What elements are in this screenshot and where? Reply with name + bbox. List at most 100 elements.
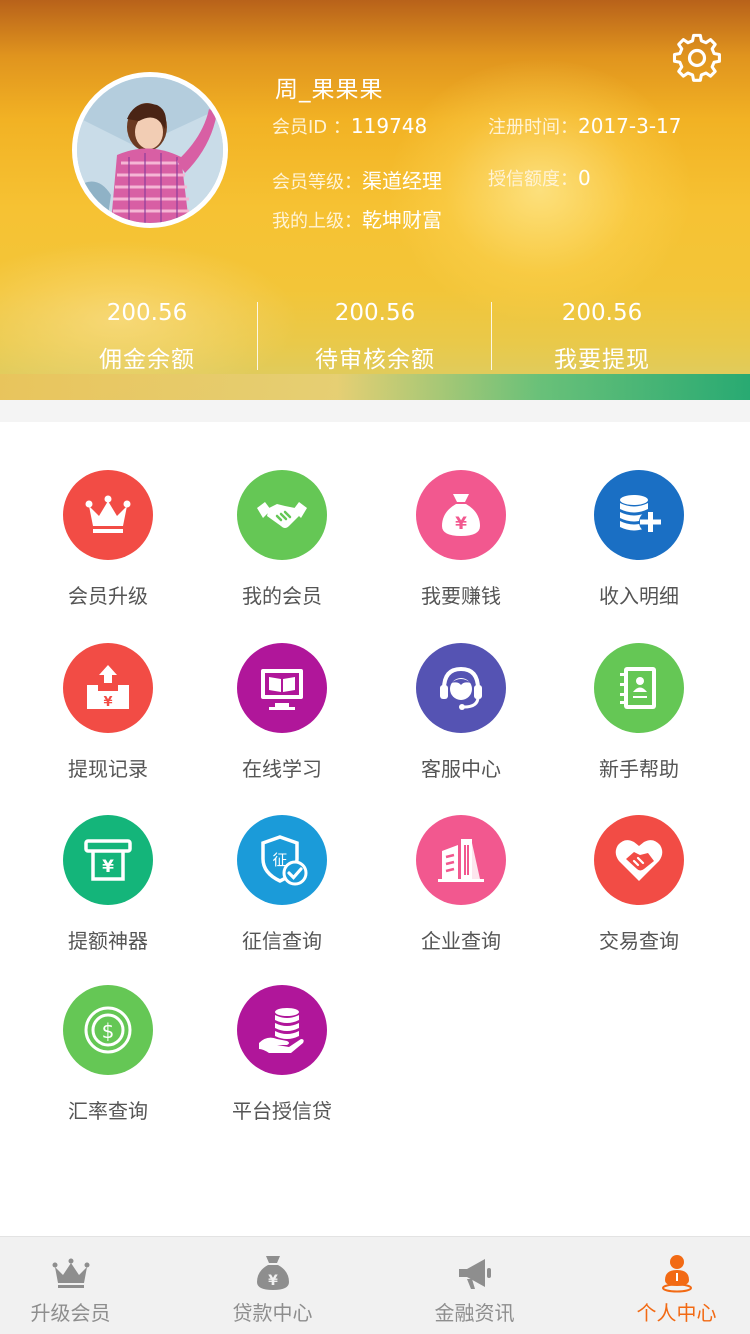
menu-item-member-upgrade[interactable]: 会员升级	[18, 470, 198, 630]
menu-circle: ¥	[63, 815, 153, 905]
credit-limit-value: 0	[578, 166, 591, 190]
register-date-value: 2017-3-17	[578, 114, 682, 138]
withdraw-box-icon: ¥	[87, 665, 129, 710]
menu-item-label: 新手帮助	[599, 757, 679, 781]
atm-icon: ¥	[84, 839, 132, 881]
menu-item-customer-service[interactable]: 客服中心	[371, 643, 551, 803]
credit-limit-row: 授信额度：0	[488, 165, 591, 191]
menu-circle: $	[63, 985, 153, 1075]
menu-circle	[594, 643, 684, 733]
bottom-tab-bar: 升级会员 ¥ 贷款中心 金融资讯 个人中心	[0, 1236, 750, 1334]
menu-item-label: 企业查询	[421, 929, 501, 953]
svg-text:¥: ¥	[268, 1273, 278, 1289]
member-level-value: 渠道经理	[362, 169, 442, 193]
menu-item-credit-inquiry[interactable]: 征 征信查询	[192, 815, 372, 975]
building-icon	[438, 839, 484, 882]
money-bag-icon: ¥	[256, 1256, 289, 1290]
header-bottom-strip	[0, 374, 750, 400]
member-id-label: 会员ID ：	[272, 117, 351, 138]
money-bag-icon: ¥	[442, 494, 480, 536]
heart-handshake-icon	[615, 840, 663, 881]
avatar[interactable]	[72, 72, 228, 228]
stat-commission-value: 200.56	[106, 300, 188, 326]
crown-icon	[85, 495, 131, 533]
stat-withdraw[interactable]: 200.56 我要提现	[487, 296, 717, 374]
tab-personal-center[interactable]: 个人中心	[583, 1237, 750, 1334]
menu-circle	[416, 815, 506, 905]
menu-circle	[237, 985, 327, 1075]
menu-circle	[594, 815, 684, 905]
contact-book-icon	[620, 667, 656, 709]
tab-label: 个人中心	[636, 1301, 717, 1325]
menu-item-label: 收入明细	[599, 584, 679, 608]
menu-item-transaction-inquiry[interactable]: 交易查询	[549, 815, 729, 975]
menu-item-earn-money[interactable]: ¥ 我要赚钱	[371, 470, 551, 630]
megaphone-icon	[458, 1259, 491, 1289]
menu-item-label: 征信查询	[242, 929, 322, 953]
stat-pending-label: 待审核余额	[315, 347, 435, 373]
register-date-row: 注册时间：2017-3-17	[488, 113, 682, 139]
stat-pending[interactable]: 200.56 待审核余额	[260, 296, 490, 374]
menu-circle	[416, 643, 506, 733]
section-gap	[0, 400, 750, 422]
tab-loan-center[interactable]: ¥ 贷款中心	[179, 1237, 366, 1334]
svg-text:¥: ¥	[455, 514, 467, 534]
menu-item-income-detail[interactable]: 收入明细	[549, 470, 729, 630]
menu-item-label: 会员升级	[68, 584, 148, 608]
avatar-photo-icon	[77, 77, 223, 223]
menu-item-limit-booster[interactable]: ¥ 提额神器	[18, 815, 198, 975]
database-plus-icon	[620, 495, 661, 533]
dollar-coin-icon: $	[84, 1006, 132, 1054]
stat-pending-value: 200.56	[334, 300, 416, 326]
stat-commission-label: 佣金余额	[99, 347, 195, 373]
stat-commission[interactable]: 200.56 佣金余额	[32, 296, 262, 374]
menu-item-label: 交易查询	[599, 929, 679, 953]
menu-item-label: 我的会员	[242, 584, 322, 608]
profile-header: 周_果果果 会员ID ：119748 注册时间：2017-3-17 会员等级：渠…	[0, 0, 750, 400]
credit-limit-label: 授信额度：	[488, 169, 578, 190]
person-pin-icon	[661, 1255, 692, 1293]
menu-item-company-inquiry[interactable]: 企业查询	[371, 815, 551, 975]
member-id-value: 119748	[350, 114, 428, 138]
superior-value: 乾坤财富	[362, 208, 442, 232]
svg-text:¥: ¥	[102, 857, 114, 877]
menu-item-label: 客服中心	[421, 757, 501, 781]
gear-icon[interactable]	[672, 33, 722, 83]
menu-circle	[594, 470, 684, 560]
tab-finance-news[interactable]: 金融资讯	[381, 1237, 568, 1334]
svg-text:¥: ¥	[103, 695, 112, 710]
menu-item-label: 提额神器	[68, 929, 148, 953]
menu-circle	[237, 470, 327, 560]
register-date-label: 注册时间：	[488, 117, 578, 138]
menu-item-my-members[interactable]: 我的会员	[192, 470, 372, 630]
menu-item-withdraw-record[interactable]: ¥ 提现记录	[18, 643, 198, 803]
member-level-label: 会员等级：	[272, 172, 362, 193]
menu-item-online-learning[interactable]: 在线学习	[192, 643, 372, 803]
stats-divider	[491, 302, 492, 370]
stat-withdraw-value: 200.56	[561, 300, 643, 326]
menu-item-label: 我要赚钱	[421, 584, 501, 608]
menu-circle	[63, 470, 153, 560]
superior-row: 我的上级：乾坤财富	[272, 204, 442, 233]
crown-icon	[52, 1258, 89, 1288]
menu-circle	[237, 643, 327, 733]
tab-label: 升级会员	[30, 1301, 111, 1325]
menu-item-platform-credit-loan[interactable]: 平台授信贷	[192, 985, 372, 1145]
menu-item-exchange-rate[interactable]: $ 汇率查询	[18, 985, 198, 1145]
menu-item-newbie-help[interactable]: 新手帮助	[549, 643, 729, 803]
hand-coins-icon	[259, 1008, 304, 1053]
headset-icon	[440, 666, 482, 710]
monitor-book-icon	[261, 669, 303, 710]
tab-upgrade-member[interactable]: 升级会员	[0, 1237, 164, 1334]
balance-stats: 200.56 佣金余额 200.56 待审核余额 200.56 我要提现	[0, 296, 750, 376]
shield-check-icon: 征	[261, 835, 308, 886]
user-name: 周_果果果	[275, 77, 384, 103]
member-id-row: 会员ID ：119748	[272, 113, 427, 139]
svg-text:$: $	[102, 1019, 115, 1043]
menu-item-label: 汇率查询	[68, 1099, 148, 1123]
menu-circle: ¥	[63, 643, 153, 733]
superior-label: 我的上级：	[272, 211, 362, 232]
handshake-icon	[257, 502, 307, 528]
tab-label: 贷款中心	[232, 1301, 313, 1325]
menu-item-label: 提现记录	[68, 757, 148, 781]
